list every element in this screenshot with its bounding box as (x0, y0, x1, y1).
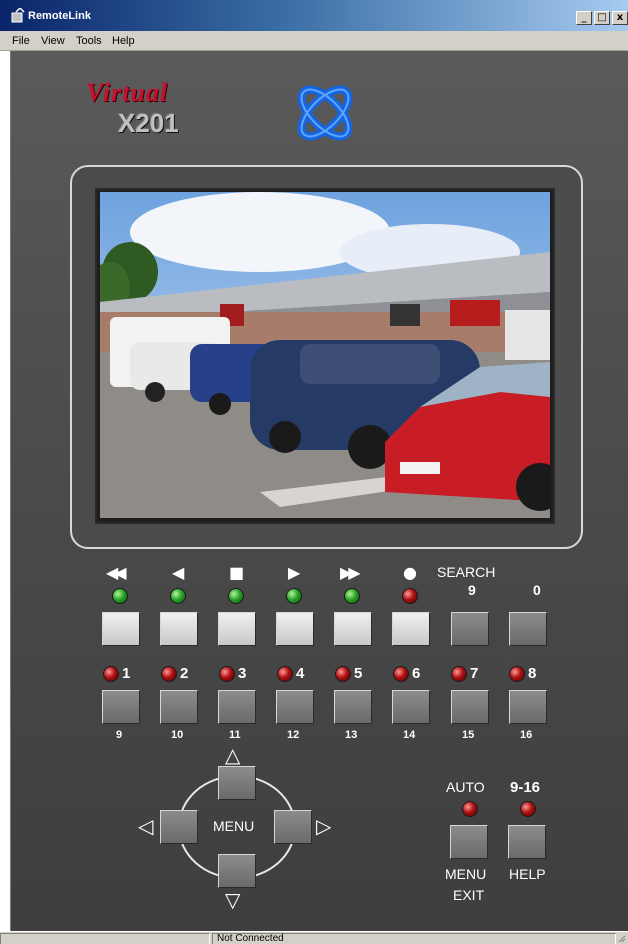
restore-button[interactable]: □ (594, 11, 610, 25)
menu-help[interactable]: Help (112, 35, 135, 47)
play-button[interactable] (276, 612, 314, 646)
camera-11-label: 11 (229, 729, 241, 741)
app-icon (11, 8, 25, 23)
title-bar: RemoteLink _ □ x (0, 0, 628, 31)
help-label: HELP (509, 866, 546, 882)
left-arrow-icon: ◁ (138, 814, 154, 838)
search-key-0: 0 (533, 582, 541, 598)
exit-label: EXIT (453, 887, 485, 903)
stop-button[interactable] (218, 612, 256, 646)
camera-8-label: 8 (528, 665, 537, 682)
connection-status: Not Connected (212, 933, 616, 944)
camera-7-led (451, 666, 467, 682)
dpad-left-button[interactable] (160, 810, 198, 844)
status-pane-left (0, 933, 210, 944)
camera-12-label: 12 (287, 729, 300, 741)
menu-file[interactable]: File (12, 35, 30, 47)
camera-3-button[interactable] (218, 690, 256, 724)
search-label: SEARCH (437, 564, 496, 580)
camera-7-label: 7 (470, 665, 479, 682)
search-9-button[interactable] (451, 612, 489, 646)
camera-16-label: 16 (520, 729, 533, 741)
rewind-led (112, 588, 128, 604)
camera-14-label: 14 (403, 729, 416, 741)
search-key-9: 9 (468, 582, 476, 598)
play-icon: ▶ (288, 563, 301, 582)
record-button[interactable] (392, 612, 430, 646)
rewind-button[interactable] (102, 612, 140, 646)
close-button[interactable]: x (612, 11, 628, 25)
record-led (402, 588, 418, 604)
dpad-menu-label: MENU (213, 818, 255, 834)
brand-logo-icon (297, 85, 353, 141)
up-arrow-icon: △ (225, 743, 241, 767)
camera-2-led (161, 666, 177, 682)
camera-5-led (335, 666, 351, 682)
camera-4-label: 4 (296, 665, 305, 682)
resize-grip-icon[interactable] (618, 934, 626, 943)
auto-label: AUTO (446, 779, 485, 795)
step-back-led (170, 588, 186, 604)
camera-4-led (277, 666, 293, 682)
status-bar: Not Connected (0, 931, 628, 944)
search-0-button[interactable] (509, 612, 547, 646)
nine-sixteen-led (520, 801, 536, 817)
fast-forward-led (344, 588, 360, 604)
camera-3-label: 3 (238, 665, 247, 682)
minimize-button[interactable]: _ (576, 11, 592, 25)
help-button[interactable] (508, 825, 546, 859)
camera-6-led (393, 666, 409, 682)
camera-8-button[interactable] (509, 690, 547, 724)
rewind-icon: ◀◀ (106, 563, 127, 582)
camera-1-button[interactable] (102, 690, 140, 724)
menu-exit-button[interactable] (450, 825, 488, 859)
step-back-icon: ◀ (172, 563, 185, 582)
menu-tools[interactable]: Tools (76, 35, 102, 47)
camera-9-label: 9 (116, 729, 123, 741)
camera-10-label: 10 (171, 729, 184, 741)
camera-7-button[interactable] (451, 690, 489, 724)
play-led (286, 588, 302, 604)
camera-video-feed (100, 192, 550, 518)
right-arrow-icon: ▷ (316, 814, 332, 838)
dpad-up-button[interactable] (218, 766, 256, 800)
camera-2-button[interactable] (160, 690, 198, 724)
fast-forward-icon: ▶▶ (340, 563, 361, 582)
camera-4-button[interactable] (276, 690, 314, 724)
camera-5-button[interactable] (334, 690, 372, 724)
stop-icon: ■ (229, 563, 245, 582)
down-arrow-icon: ▽ (225, 888, 241, 912)
menu-bar: File View Tools Help (0, 31, 628, 51)
record-icon: ● (403, 563, 417, 582)
auto-led (462, 801, 478, 817)
camera-1-led (103, 666, 119, 682)
brand-model-text: X201 (118, 108, 179, 138)
window-title: RemoteLink (28, 10, 91, 22)
camera-6-label: 6 (412, 665, 421, 682)
camera-8-led (509, 666, 525, 682)
nine-sixteen-label: 9-16 (510, 779, 541, 796)
camera-2-label: 2 (180, 665, 189, 682)
camera-13-label: 13 (345, 729, 358, 741)
menu-view[interactable]: View (41, 35, 65, 47)
stop-led (228, 588, 244, 604)
camera-15-label: 15 (462, 729, 475, 741)
fast-forward-button[interactable] (334, 612, 372, 646)
step-back-button[interactable] (160, 612, 198, 646)
camera-6-button[interactable] (392, 690, 430, 724)
dpad-right-button[interactable] (274, 810, 312, 844)
camera-1-label: 1 (122, 665, 131, 682)
menu-label: MENU (445, 866, 487, 882)
brand-virtual-text: Virtual (86, 78, 169, 107)
dpad-down-button[interactable] (218, 854, 256, 888)
camera-5-label: 5 (354, 665, 363, 682)
camera-3-led (219, 666, 235, 682)
